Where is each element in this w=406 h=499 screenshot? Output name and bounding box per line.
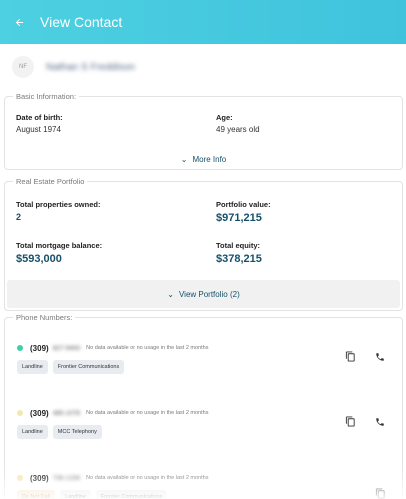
view-portfolio-label: View Portfolio (2) (178, 289, 240, 299)
phone-number: 827-9493 (52, 344, 81, 352)
status-dot (17, 410, 23, 416)
phone-row: (309) 736-1338 No data available or no u… (17, 472, 402, 499)
basic-information-card: Basic Information: Date of birth: August… (4, 92, 403, 170)
dob-field: Date of birth: August 1974 (16, 113, 63, 134)
portfolio-value-field: Portfolio value: $971,215 (216, 200, 271, 224)
mortgage-balance-label: Total mortgage balance: (16, 241, 103, 250)
more-info-label: More Info (192, 155, 227, 164)
line-type-chip: Landline (60, 490, 91, 499)
call-button[interactable] (375, 349, 387, 361)
properties-owned-field: Total properties owned: 2 (16, 200, 100, 222)
basic-information-legend: Basic Information: (16, 92, 77, 101)
phone-area-code: (309) (30, 343, 49, 353)
line-type-chip: Landline (17, 360, 48, 374)
phone-icon (376, 418, 384, 426)
view-portfolio-button[interactable]: ⌄ View Portfolio (2) (7, 280, 400, 308)
total-equity-field: Total equity: $378,215 (216, 241, 262, 265)
properties-owned-label: Total properties owned: (16, 200, 101, 209)
page-title: View Contact (40, 14, 123, 30)
copy-button[interactable] (345, 349, 357, 362)
status-dot (17, 475, 23, 481)
phone-row: (309) 827-9493 No data available or no u… (17, 342, 402, 392)
copy-icon (375, 488, 385, 499)
line-type-chip: Landline (17, 425, 48, 439)
call-button[interactable] (375, 414, 387, 426)
do-not-call-chip: Do Not Call (17, 490, 56, 499)
total-equity-label: Total equity: (216, 241, 261, 250)
phone-number: 736-1338 (52, 474, 81, 482)
avatar: NF (12, 56, 34, 78)
contact-header: NF Nathan S Freddison (0, 44, 406, 90)
portfolio-value-label: Portfolio value: (216, 200, 271, 209)
chevron-down-icon: ⌄ (180, 155, 188, 164)
age-value: 49 years old (216, 125, 260, 134)
properties-owned-value: 2 (16, 212, 22, 222)
usage-note: No data available or no usage in the las… (86, 345, 209, 351)
phone-number: 485-1078 (52, 409, 81, 417)
carrier-chip: Frontier Communications (95, 490, 168, 499)
real-estate-legend: Real Estate Portfolio (16, 177, 85, 186)
more-info-button[interactable]: ⌄ More Info (5, 155, 402, 164)
copy-button[interactable] (375, 486, 387, 499)
real-estate-portfolio-card: Real Estate Portfolio Total properties o… (4, 177, 403, 311)
contact-name: Nathan S Freddison (46, 61, 135, 73)
phone-icon (376, 353, 384, 361)
age-field: Age: 49 years old (216, 113, 260, 134)
dob-value: August 1974 (16, 125, 61, 134)
portfolio-value-value: $971,215 (216, 212, 262, 224)
phone-area-code: (309) (30, 408, 49, 418)
copy-button[interactable] (345, 414, 357, 427)
back-button[interactable] (10, 13, 28, 31)
carrier-chip: MCC Telephony (52, 425, 102, 439)
dob-label: Date of birth: (16, 113, 63, 122)
phone-row: (309) 485-1078 No data available or no u… (17, 407, 402, 457)
phone-area-code: (309) (30, 473, 49, 483)
status-dot (17, 345, 23, 351)
usage-note: No data available or no usage in the las… (86, 475, 209, 481)
arrow-back-icon (15, 18, 23, 26)
age-label: Age: (216, 113, 233, 122)
carrier-chip: Frontier Communications (52, 360, 125, 374)
copy-icon (345, 351, 355, 362)
total-equity-value: $378,215 (216, 253, 262, 265)
phone-numbers-legend: Phone Numbers: (16, 313, 73, 322)
app-bar: View Contact (0, 0, 406, 44)
mortgage-balance-field: Total mortgage balance: $593,000 (16, 241, 102, 265)
chevron-down-icon: ⌄ (167, 289, 174, 299)
usage-note: No data available or no usage in the las… (86, 410, 209, 416)
copy-icon (345, 416, 355, 427)
phone-numbers-card: Phone Numbers: (309) 827-9493 No data av… (4, 313, 403, 499)
mortgage-balance-value: $593,000 (16, 253, 62, 265)
